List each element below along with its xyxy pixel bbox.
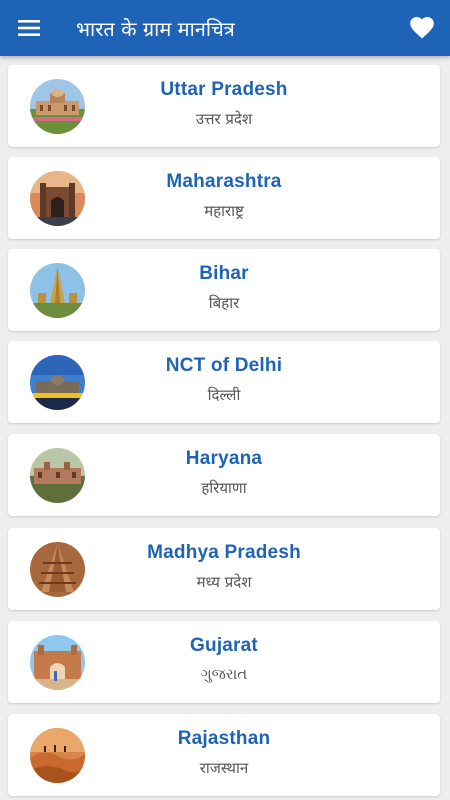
favorites-button[interactable] (394, 0, 450, 56)
hamburger-menu-icon (18, 20, 40, 36)
state-name-en: Gujarat (190, 635, 258, 656)
app-title: भारत के ग्राम मानचित्र (76, 16, 235, 41)
state-card-bihar[interactable]: Bihar बिहार (8, 249, 440, 331)
state-name-en: NCT of Delhi (165, 355, 283, 376)
app-bar: भारत के ग्राम मानचित्र (0, 0, 450, 56)
state-card-gujarat[interactable]: Gujarat ગુજરાત (8, 621, 440, 703)
state-name-en: Rajasthan (177, 728, 271, 749)
state-name-en: Madhya Pradesh (147, 542, 301, 563)
state-name-local: दिल्ली (207, 386, 241, 404)
menu-button[interactable] (0, 0, 58, 56)
state-name-en: Maharashtra (166, 171, 282, 192)
state-list[interactable]: Uttar Pradesh उत्तर प्रदेश Maharashtra म… (0, 56, 450, 800)
state-name-local: ગુજરાત (200, 665, 248, 683)
state-name-local: मध्य प्रदेश (196, 573, 252, 591)
state-card-maharashtra[interactable]: Maharashtra महाराष्ट्र (8, 157, 440, 239)
state-card-uttar-pradesh[interactable]: Uttar Pradesh उत्तर प्रदेश (8, 65, 440, 147)
state-name-local: हरियाणा (201, 479, 247, 497)
state-name-en: Uttar Pradesh (160, 79, 288, 100)
state-card-haryana[interactable]: Haryana हरियाणा (8, 434, 440, 516)
state-name-local: बिहार (208, 294, 240, 312)
state-card-rajasthan[interactable]: Rajasthan राजस्थान (8, 714, 440, 796)
state-card-nct-of-delhi[interactable]: NCT of Delhi दिल्ली (8, 341, 440, 423)
state-name-en: Bihar (199, 263, 249, 284)
heart-icon (410, 17, 434, 39)
state-name-local: उत्तर प्रदेश (195, 110, 253, 128)
state-name-local: राजस्थान (199, 759, 249, 777)
state-card-madhya-pradesh[interactable]: Madhya Pradesh मध्य प्रदेश (8, 528, 440, 610)
state-name-local: महाराष्ट्र (204, 202, 244, 220)
state-name-en: Haryana (185, 448, 263, 469)
